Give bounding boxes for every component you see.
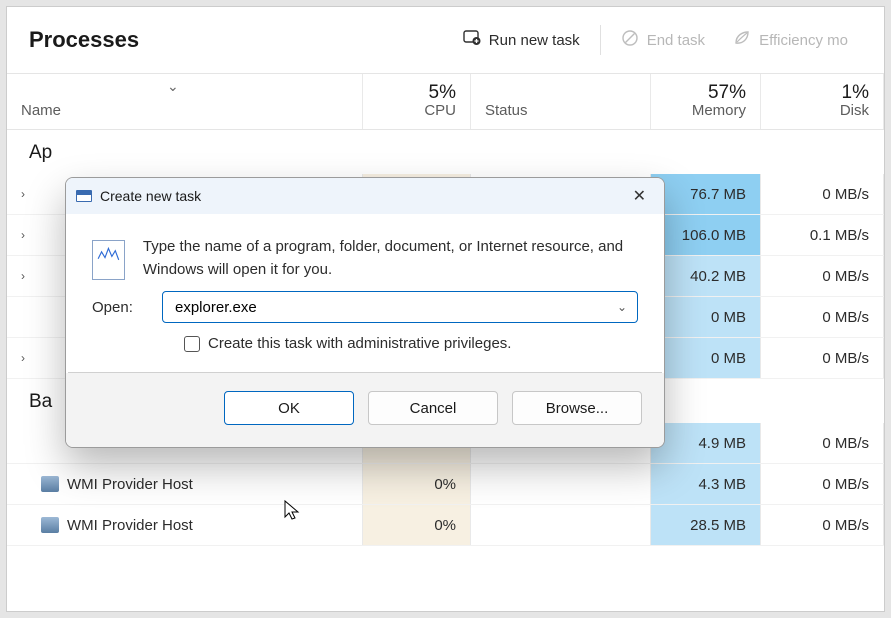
ok-button[interactable]: OK [224, 391, 354, 425]
open-combo[interactable]: ⌄ [162, 291, 638, 323]
cpu-percent: 5% [377, 82, 456, 104]
col-name[interactable]: ⌄ Name [7, 74, 363, 129]
admin-checkbox[interactable] [184, 336, 200, 352]
cell-mem: 106.0 MB [651, 215, 761, 255]
run-new-task-label: Run new task [489, 32, 580, 49]
col-disk-label: Disk [840, 102, 869, 119]
create-new-task-dialog: Create new task ✕ Type the name of a pro… [65, 177, 665, 448]
cell-cpu: 0% [363, 464, 471, 504]
run-new-task-button[interactable]: Run new task [449, 21, 594, 59]
leaf-icon [733, 29, 751, 51]
cell-disk: 0 MB/s [761, 464, 884, 504]
cell-disk: 0 MB/s [761, 297, 884, 337]
table-row[interactable]: WMI Provider Host 0% 4.3 MB 0 MB/s [7, 464, 884, 505]
run-large-icon [92, 240, 125, 280]
page-title: Processes [29, 27, 449, 53]
expand-icon[interactable]: › [21, 351, 33, 365]
efficiency-mode-button: Efficiency mo [719, 21, 862, 59]
end-task-label: End task [647, 32, 705, 49]
close-icon[interactable]: ✕ [625, 182, 654, 210]
column-headers: ⌄ Name 5% CPU Status 57% Memory 1% Disk [7, 73, 884, 130]
col-mem-label: Memory [692, 102, 746, 119]
cell-disk: 0.1 MB/s [761, 215, 884, 255]
apps-section: Ap [7, 130, 884, 174]
header: Processes Run new task End task Efficien… [7, 7, 884, 73]
run-task-icon [463, 29, 481, 51]
col-name-label: Name [21, 102, 348, 119]
process-icon [41, 517, 59, 533]
col-status-label: Status [485, 102, 528, 119]
dialog-description: Type the name of a program, folder, docu… [143, 236, 638, 281]
chevron-down-icon[interactable]: ⌄ [617, 300, 627, 314]
end-task-button: End task [607, 21, 719, 59]
open-label: Open: [92, 299, 144, 316]
cell-mem: 0 MB [651, 297, 761, 337]
efficiency-label: Efficiency mo [759, 32, 848, 49]
open-input[interactable] [173, 298, 617, 317]
process-icon [41, 476, 59, 492]
col-memory[interactable]: 57% Memory [651, 74, 761, 129]
cell-disk: 0 MB/s [761, 338, 884, 378]
col-cpu[interactable]: 5% CPU [363, 74, 471, 129]
cell-mem: 76.7 MB [651, 174, 761, 214]
cell-disk: 0 MB/s [761, 505, 884, 545]
expand-icon[interactable]: › [21, 187, 33, 201]
mem-percent: 57% [665, 82, 746, 104]
status-spacer [485, 82, 636, 104]
separator [600, 25, 601, 55]
cell-disk: 0 MB/s [761, 174, 884, 214]
cell-mem: 4.9 MB [651, 423, 761, 463]
dialog-title: Create new task [100, 188, 625, 204]
chevron-down-icon: ⌄ [167, 78, 179, 95]
cell-mem: 40.2 MB [651, 256, 761, 296]
col-disk[interactable]: 1% Disk [761, 74, 884, 129]
cell-mem: 0 MB [651, 338, 761, 378]
end-task-icon [621, 29, 639, 51]
cell-mem: 4.3 MB [651, 464, 761, 504]
dialog-titlebar[interactable]: Create new task ✕ [66, 178, 664, 214]
expand-icon[interactable]: › [21, 269, 33, 283]
process-name: WMI Provider Host [67, 517, 193, 534]
task-manager-window: Processes Run new task End task Efficien… [6, 6, 885, 612]
expand-icon[interactable]: › [21, 228, 33, 242]
cell-mem: 28.5 MB [651, 505, 761, 545]
table-row[interactable]: WMI Provider Host 0% 28.5 MB 0 MB/s [7, 505, 884, 546]
process-name: WMI Provider Host [67, 476, 193, 493]
run-dialog-icon [76, 190, 92, 202]
cell-disk: 0 MB/s [761, 423, 884, 463]
cell-disk: 0 MB/s [761, 256, 884, 296]
header-actions: Run new task End task Efficiency mo [449, 21, 862, 59]
disk-percent: 1% [775, 82, 869, 104]
cell-cpu: 0% [363, 505, 471, 545]
admin-label: Create this task with administrative pri… [208, 335, 511, 352]
cancel-button[interactable]: Cancel [368, 391, 498, 425]
browse-button[interactable]: Browse... [512, 391, 642, 425]
col-cpu-label: CPU [424, 102, 456, 119]
col-status[interactable]: Status [471, 74, 651, 129]
cell-status [471, 505, 651, 545]
cell-status [471, 464, 651, 504]
